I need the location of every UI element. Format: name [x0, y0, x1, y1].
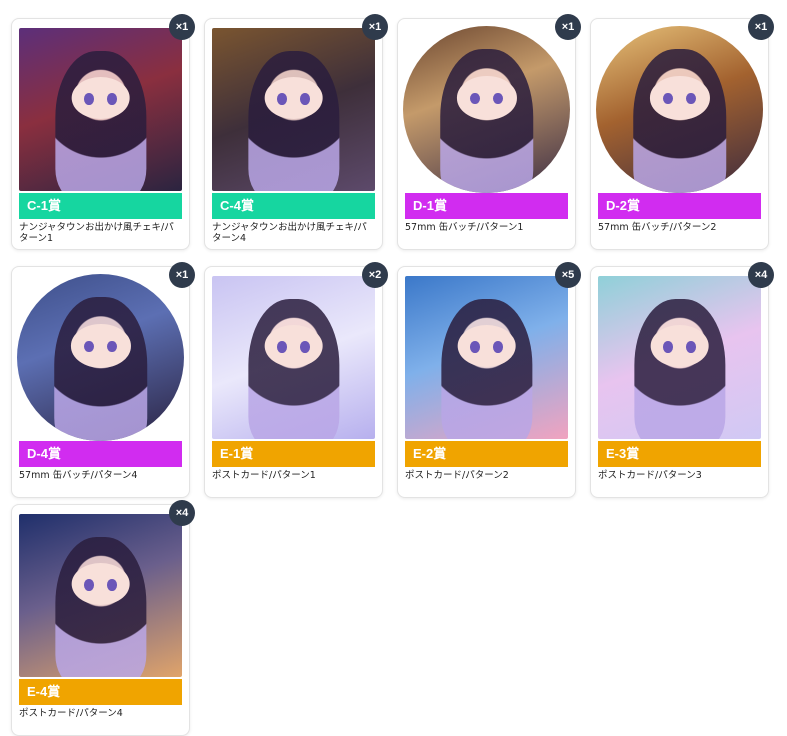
prize-card[interactable]: D-2賞 57mm 缶バッチ/パターン2 ×1: [590, 14, 774, 250]
eye-right: [107, 93, 117, 105]
prize-card[interactable]: E-1賞ポストカード/パターン1 ×2: [204, 262, 388, 498]
prize-description: ポストカード/パターン4: [19, 708, 123, 719]
prize-tier-label: D-4賞: [19, 441, 182, 467]
prize-image: [403, 26, 570, 193]
character-face: [457, 324, 516, 368]
prize-tier-label: D-2賞: [598, 193, 761, 219]
quantity-badge: ×1: [555, 14, 581, 40]
prize-tier-label: E-4賞: [19, 679, 182, 705]
eye-left: [277, 341, 287, 353]
character-face: [264, 76, 323, 120]
character-figure: [247, 298, 340, 439]
quantity-badge: ×4: [169, 500, 195, 526]
eye-left: [83, 340, 94, 353]
quantity-badge: ×2: [362, 262, 388, 288]
prize-description: 57mm 缶バッチ/パターン4: [19, 470, 138, 481]
prize-card[interactable]: E-3賞ポストカード/パターン3 ×4: [590, 262, 774, 498]
quantity-badge: ×4: [748, 262, 774, 288]
eye-left: [663, 341, 673, 353]
eye-left: [470, 341, 480, 353]
prize-description: ポストカード/パターン1: [212, 470, 316, 481]
quantity-badge: ×5: [555, 262, 581, 288]
prize-image: [405, 276, 568, 439]
prize-image: [212, 276, 375, 439]
prize-tier-label: C-4賞: [212, 193, 375, 219]
prize-image: [596, 26, 763, 193]
quantity-badge: ×1: [362, 14, 388, 40]
prize-card[interactable]: D-1賞 57mm 缶バッチ/パターン1 ×1: [397, 14, 581, 250]
eye-right: [107, 579, 117, 591]
character-face: [264, 324, 323, 368]
character-figure: [54, 536, 147, 677]
character-figure: [53, 297, 148, 441]
prize-tier-label: D-1賞: [405, 193, 568, 219]
prize-image: [17, 274, 184, 441]
eye-right: [300, 93, 310, 105]
character-figure: [633, 298, 726, 439]
prize-description: ポストカード/パターン3: [598, 470, 702, 481]
character-figure: [632, 49, 727, 193]
prize-image: [212, 28, 375, 191]
prize-description: ナンジャタウンお出かけ風チェキ/パターン1: [19, 222, 174, 244]
prize-description: 57mm 缶バッチ/パターン2: [598, 222, 717, 233]
prize-description: ナンジャタウンお出かけ風チェキ/パターン4: [212, 222, 367, 244]
eye-left: [84, 579, 94, 591]
character-figure: [247, 50, 340, 191]
eye-right: [493, 341, 503, 353]
prize-description: ポストカード/パターン2: [405, 470, 509, 481]
prize-card[interactable]: E-2賞ポストカード/パターン2 ×5: [397, 262, 581, 498]
eye-left: [469, 92, 480, 105]
eye-right: [686, 341, 696, 353]
prize-card[interactable]: D-4賞 57mm 缶バッチ/パターン4 ×1: [11, 262, 195, 498]
prize-tier-label: E-1賞: [212, 441, 375, 467]
eye-left: [84, 93, 94, 105]
prize-image: [19, 28, 182, 191]
prize-description: 57mm 缶バッチ/パターン1: [405, 222, 524, 233]
eye-left: [662, 92, 673, 105]
character-face: [71, 562, 130, 606]
prize-tier-label: E-3賞: [598, 441, 761, 467]
character-figure: [440, 298, 533, 439]
eye-right: [300, 341, 310, 353]
character-figure: [54, 50, 147, 191]
quantity-badge: ×1: [169, 14, 195, 40]
character-face: [71, 76, 130, 120]
prize-image: [19, 514, 182, 677]
prize-tier-label: C-1賞: [19, 193, 182, 219]
eye-left: [277, 93, 287, 105]
quantity-badge: ×1: [169, 262, 195, 288]
prize-card[interactable]: E-4賞ポストカード/パターン4 ×4: [11, 500, 195, 736]
prize-card[interactable]: C-1賞ナンジャタウンお出かけ風チェキ/パターン1 ×1: [11, 14, 195, 250]
prize-image: [598, 276, 761, 439]
prize-tier-label: E-2賞: [405, 441, 568, 467]
character-figure: [439, 49, 534, 193]
quantity-badge: ×1: [748, 14, 774, 40]
prize-card[interactable]: C-4賞ナンジャタウンお出かけ風チェキ/パターン4 ×1: [204, 14, 388, 250]
character-face: [650, 324, 709, 368]
